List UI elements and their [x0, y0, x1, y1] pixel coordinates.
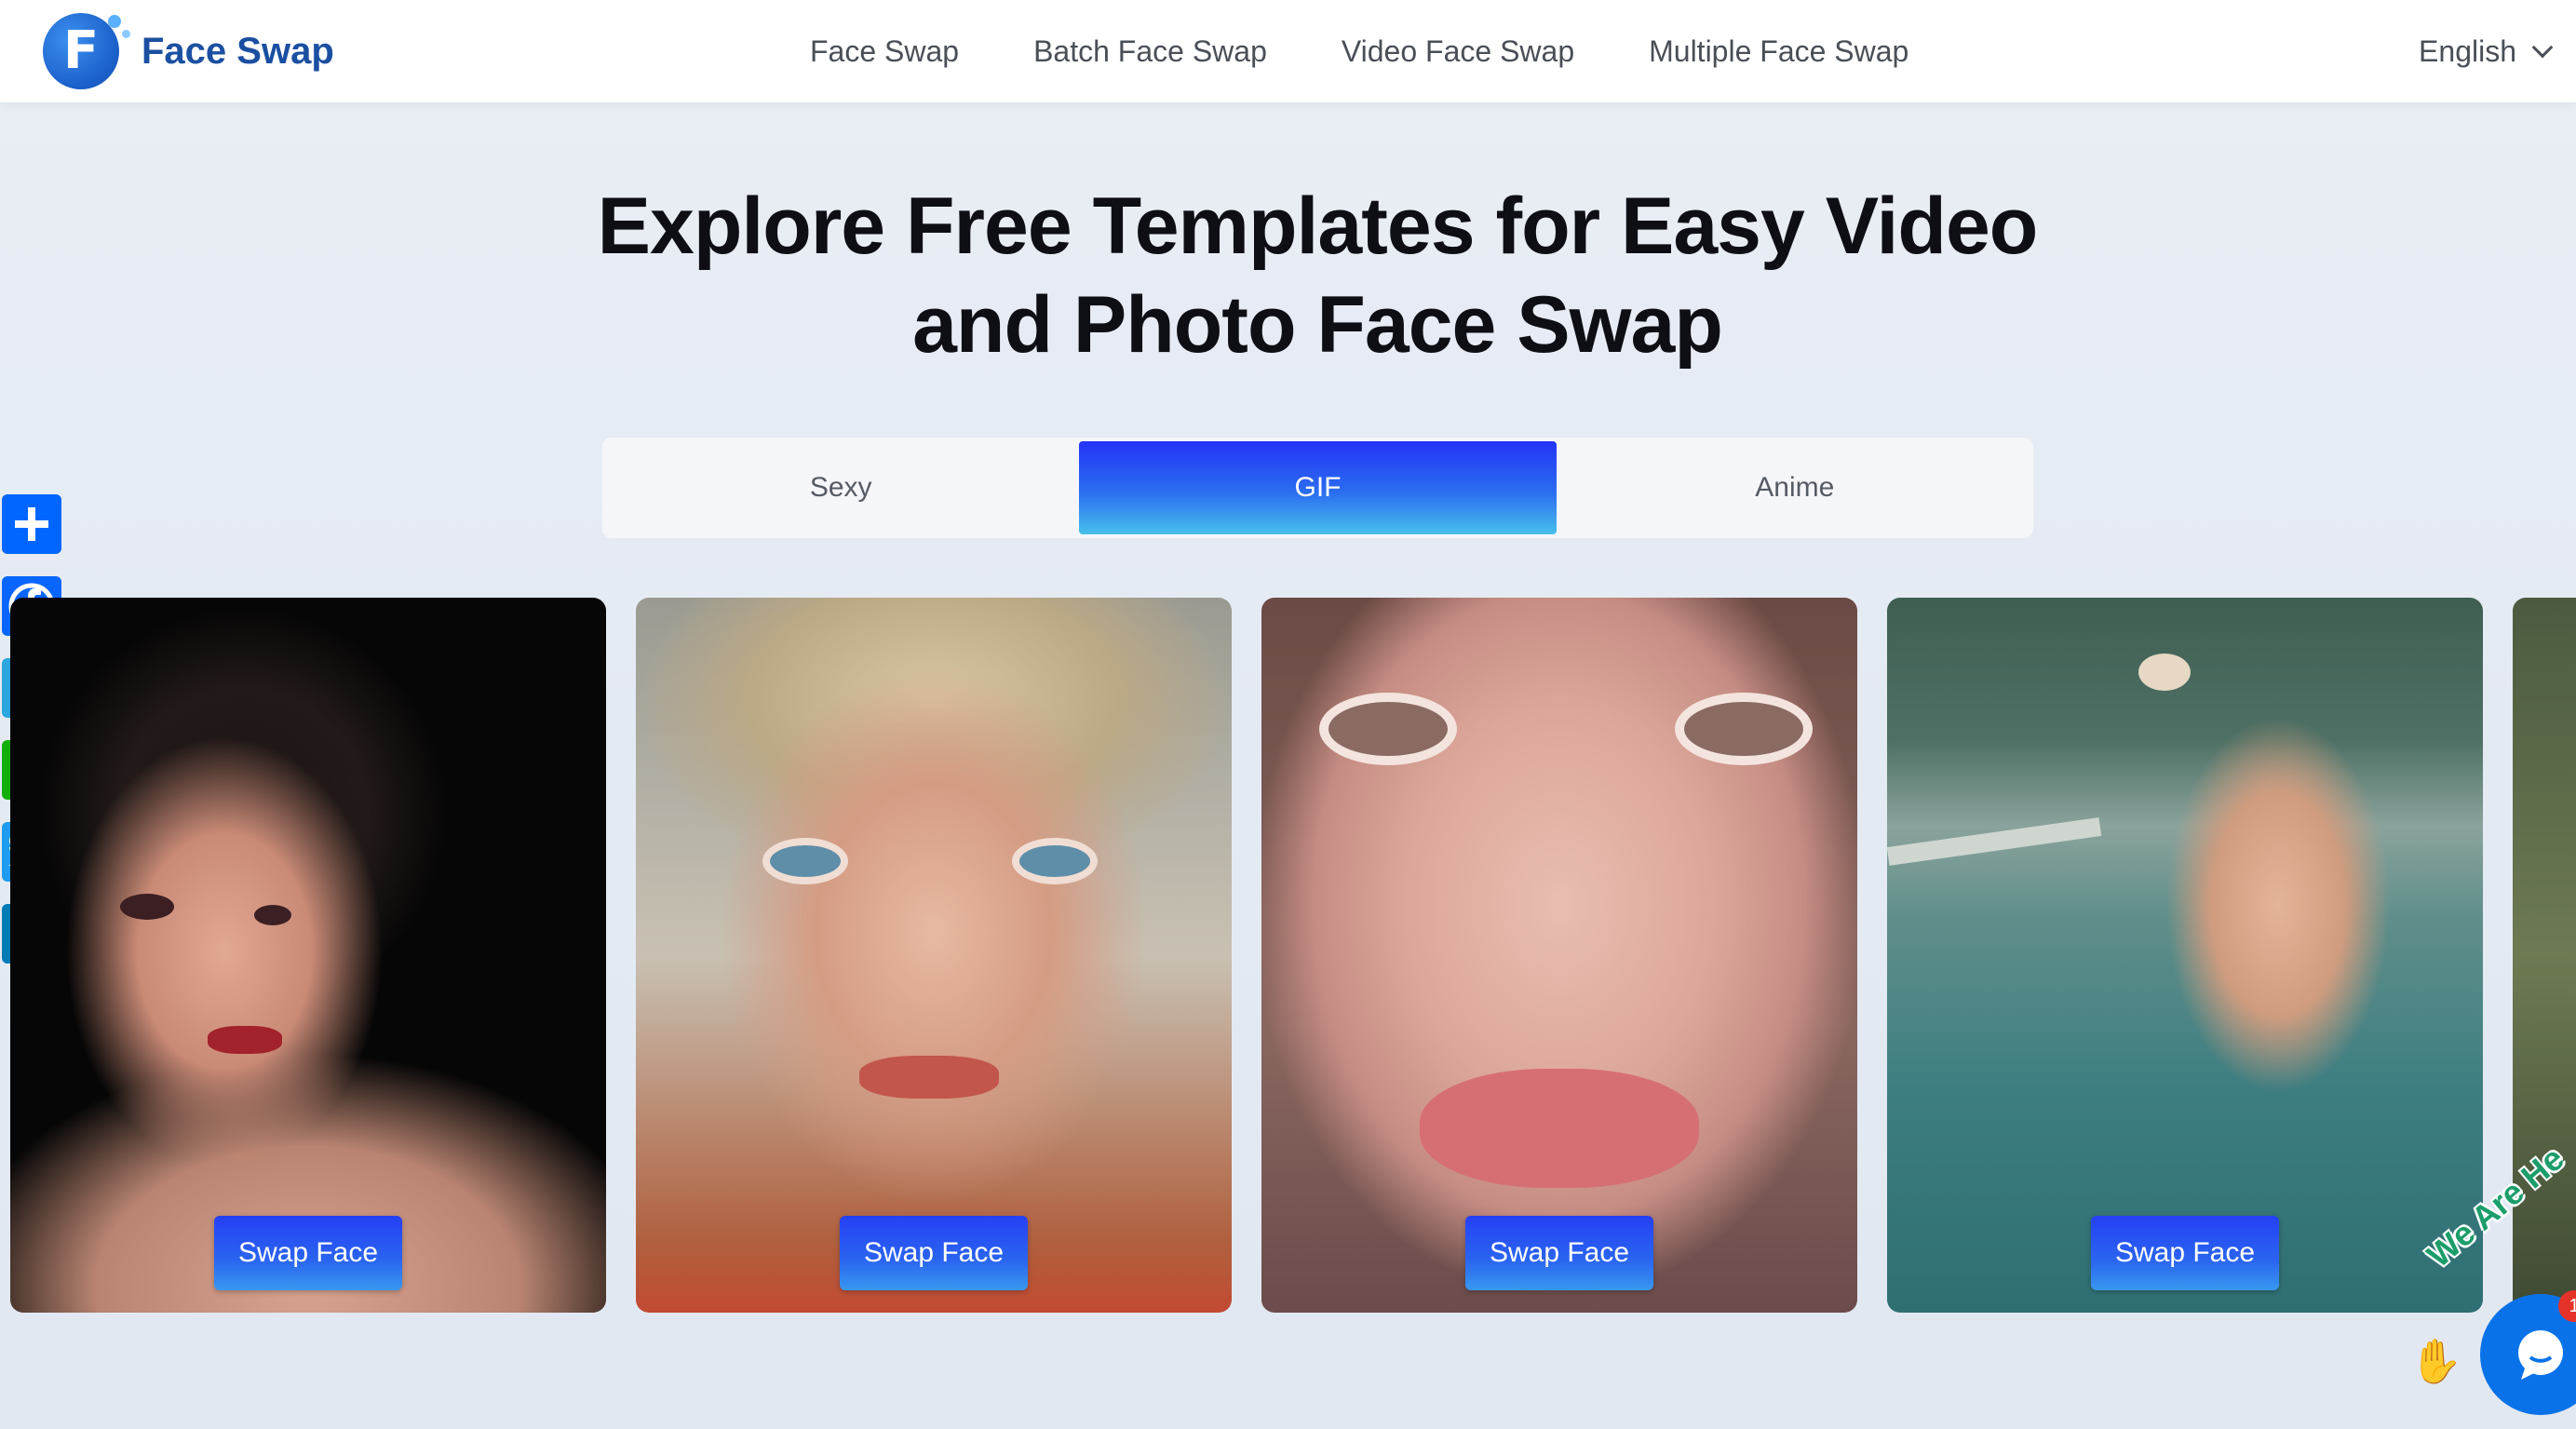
swap-face-button[interactable]: Swap Face [2091, 1216, 2279, 1290]
title-line-1: Explore Free Templates for Easy Video [597, 182, 2039, 271]
site-header: F Face Swap Face Swap Batch Face Swap Vi… [0, 0, 2576, 102]
logo-icon: F [43, 13, 130, 89]
page-title: Explore Free Templates for Easy Video an… [0, 177, 2576, 374]
swap-face-button[interactable]: Swap Face [1465, 1216, 1653, 1290]
share-plus-button[interactable] [2, 494, 61, 554]
main-nav: Face Swap Batch Face Swap Video Face Swa… [810, 0, 1983, 102]
plus-icon [15, 507, 48, 541]
template-card[interactable]: Swap Face [1887, 598, 2483, 1313]
template-tabs: Sexy GIF Anime [602, 438, 2033, 538]
tab-anime[interactable]: Anime [1557, 438, 2033, 538]
nav-multiple-face-swap[interactable]: Multiple Face Swap [1649, 34, 1908, 69]
brand-logo[interactable]: F Face Swap [43, 13, 334, 89]
nav-face-swap[interactable]: Face Swap [810, 34, 959, 69]
wave-hand-icon: ✋ [2409, 1337, 2463, 1385]
logo-letter: F [62, 20, 100, 81]
template-image [1887, 598, 2483, 1313]
template-image [10, 598, 606, 1313]
language-selector[interactable]: English [2419, 0, 2554, 102]
swap-face-button[interactable]: Swap Face [214, 1216, 402, 1290]
chevron-down-icon [2531, 36, 2554, 59]
nav-video-face-swap[interactable]: Video Face Swap [1342, 34, 1574, 69]
language-label: English [2419, 34, 2516, 68]
template-image [1261, 598, 1857, 1313]
tab-sexy[interactable]: Sexy [602, 438, 1079, 538]
title-line-2: and Photo Face Swap [912, 280, 1723, 370]
template-card[interactable]: Swap Face [636, 598, 1232, 1313]
tab-gif[interactable]: GIF [1079, 441, 1557, 534]
nav-batch-face-swap[interactable]: Batch Face Swap [1033, 34, 1267, 69]
template-card[interactable]: Swap Face [1261, 598, 1857, 1313]
template-card[interactable]: Swap Face [10, 598, 606, 1313]
brand-name: Face Swap [142, 30, 334, 72]
swap-face-button[interactable]: Swap Face [840, 1216, 1028, 1290]
chat-bubble-icon [2518, 1330, 2563, 1380]
chat-widget[interactable]: We Are He ✋ 1 [2409, 1139, 2576, 1429]
template-image [636, 598, 1232, 1313]
